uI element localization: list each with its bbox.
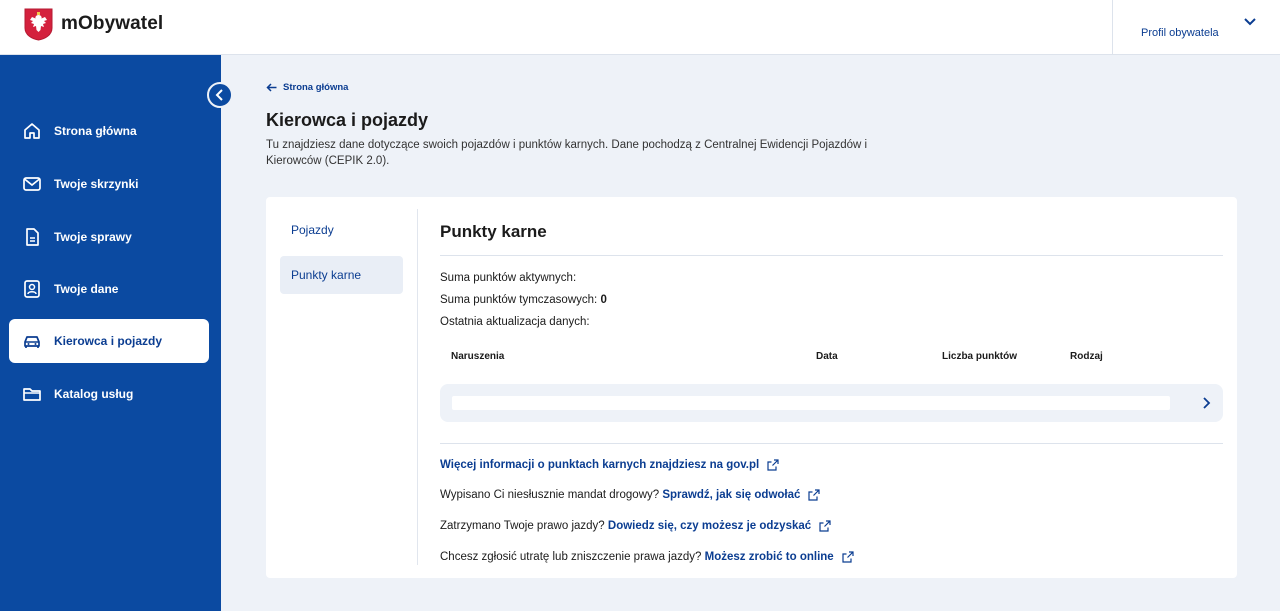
links-divider — [440, 443, 1223, 444]
report-loss-prefix: Chcesz zgłosić utratę lub zniszczenie pr… — [440, 551, 702, 563]
last-update-label: Ostatnia aktualizacja danych: — [440, 316, 590, 328]
external-link-icon — [842, 551, 854, 563]
temp-points-label: Suma punktów tymczasowych: — [440, 294, 598, 306]
polish-eagle-logo — [24, 8, 53, 41]
appeal-link[interactable]: Sprawdź, jak się odwołać — [662, 489, 800, 501]
sidebar-item-label: Twoje skrzynki — [54, 177, 139, 191]
sidebar-item-label: Twoje sprawy — [54, 230, 132, 244]
license-recovery-link[interactable]: Dowiedz się, czy możesz je odzyskać — [608, 520, 811, 532]
sidebar-item-label: Kierowca i pojazdy — [54, 334, 163, 348]
external-link-icon — [767, 459, 779, 471]
column-header-points: Liczba punktów — [942, 351, 1017, 362]
folder-icon — [22, 384, 42, 404]
external-link-icon — [819, 520, 831, 532]
back-link-label: Strona główna — [283, 82, 349, 93]
column-header-violations: Naruszenia — [451, 351, 505, 362]
sidebar-item-label: Strona główna — [54, 124, 137, 138]
sidebar-item-label: Twoje dane — [54, 282, 119, 296]
license-recovery-prefix: Zatrzymano Twoje prawo jazdy? — [440, 520, 605, 532]
sidebar-item-inboxes[interactable]: Twoje skrzynki — [9, 162, 209, 206]
document-icon — [22, 227, 42, 247]
page-title: Kierowca i pojazdy — [266, 110, 429, 130]
chevron-down-icon[interactable] — [1243, 17, 1257, 27]
section-title: Punkty karne — [440, 222, 547, 241]
content-card: Pojazdy Punkty karne Punkty karne Suma p… — [266, 197, 1237, 578]
section-divider — [440, 255, 1223, 256]
sidebar-item-cases[interactable]: Twoje sprawy — [9, 215, 209, 259]
appeal-prefix: Wypisano Ci niesłusznie mandat drogowy? — [440, 489, 660, 501]
temp-points-row: Suma punktów tymczasowych: 0 — [440, 294, 607, 306]
sidebar-item-label: Katalog usług — [54, 387, 134, 401]
tabs-divider — [417, 209, 418, 565]
info-link-row: Więcej informacji o punktach karnych zna… — [440, 459, 779, 471]
chevron-left-icon — [215, 89, 223, 101]
sidebar-item-driver-vehicles[interactable]: Kierowca i pojazdy — [9, 319, 209, 363]
report-loss-link[interactable]: Możesz zrobić to online — [705, 551, 834, 563]
license-recovery-row: Zatrzymano Twoje prawo jazdy? Dowiedz si… — [440, 520, 831, 532]
chevron-right-icon — [1203, 397, 1211, 409]
back-link[interactable]: Strona główna — [266, 82, 348, 93]
app-brand[interactable]: mObywatel — [61, 13, 163, 35]
id-card-icon — [22, 279, 42, 299]
report-loss-row: Chcesz zgłosić utratę lub zniszczenie pr… — [440, 551, 854, 563]
arrow-left-icon — [266, 83, 277, 92]
external-link-icon — [808, 489, 821, 501]
column-header-type: Rodzaj — [1070, 351, 1103, 362]
mail-icon — [22, 174, 42, 194]
sidebar-item-services-catalog[interactable]: Katalog usług — [9, 372, 209, 416]
temp-points-value: 0 — [600, 294, 607, 306]
profile-menu-label[interactable]: Profil obywatela — [1141, 27, 1219, 39]
sidebar-collapse-button[interactable] — [207, 82, 233, 108]
top-header: mObywatel Profil obywatela — [0, 0, 1280, 55]
tab-penalty-points[interactable]: Punkty karne — [280, 256, 403, 294]
table-row[interactable] — [440, 384, 1223, 422]
car-icon — [22, 331, 42, 351]
page-description: Tu znajdziesz dane dotyczące swoich poja… — [266, 139, 868, 167]
active-points-label: Suma punktów aktywnych: — [440, 272, 577, 284]
appeal-link-row: Wypisano Ci niesłusznie mandat drogowy? … — [440, 489, 821, 501]
home-icon — [22, 121, 42, 141]
sidebar-item-home[interactable]: Strona główna — [9, 109, 209, 153]
header-divider — [1112, 0, 1113, 55]
tab-vehicles[interactable]: Pojazdy — [280, 211, 403, 249]
gov-info-link[interactable]: Więcej informacji o punktach karnych zna… — [440, 459, 759, 471]
column-header-date: Data — [816, 351, 838, 362]
sidebar-item-personal-data[interactable]: Twoje dane — [9, 267, 209, 311]
row-placeholder — [452, 396, 1170, 410]
